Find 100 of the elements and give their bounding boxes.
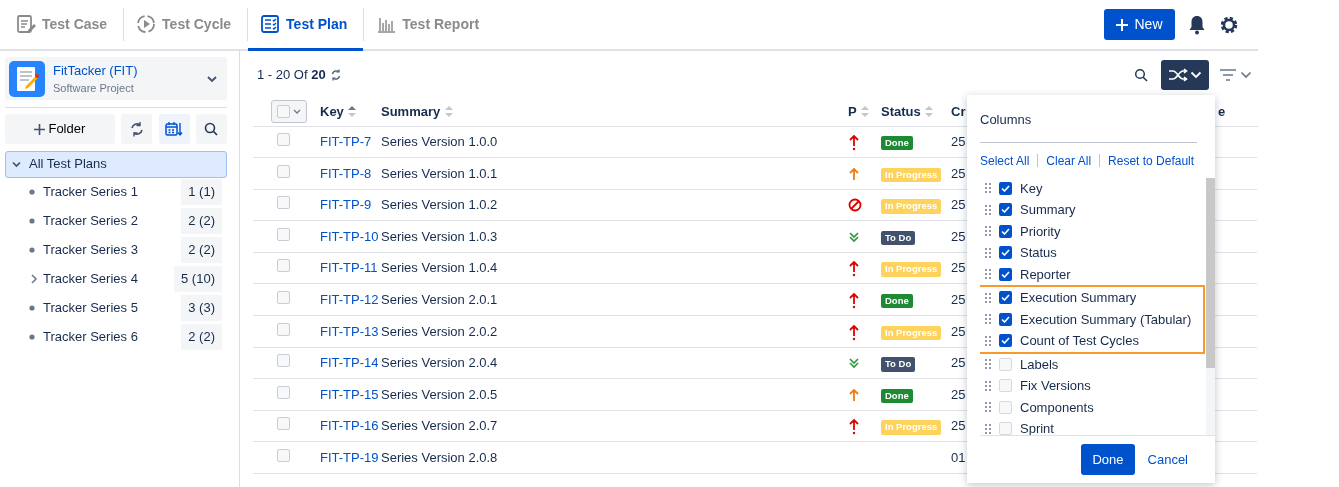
tree-item[interactable]: Tracker Series 3: [43, 240, 138, 260]
key-link[interactable]: FIT-TP-12: [320, 292, 379, 307]
tree-root-item[interactable]: All Test Plans: [5, 150, 227, 178]
column-header[interactable]: e: [1218, 102, 1226, 122]
column-option: Key: [1020, 178, 1043, 198]
sort-icon: [443, 105, 454, 119]
key-link[interactable]: FIT-TP-19: [320, 450, 379, 465]
status-lozenge: In Progress: [881, 420, 942, 435]
filter-icon: [1218, 67, 1237, 82]
column-header[interactable]: Key: [320, 102, 358, 122]
checkbox[interactable]: [999, 267, 1012, 281]
row-checkbox[interactable]: [277, 354, 290, 368]
status-lozenge: Done: [881, 388, 913, 404]
filter-button[interactable]: [1218, 67, 1252, 82]
status-lozenge: In Progress: [881, 199, 942, 214]
item-count: 1 (1): [181, 179, 222, 205]
key-link[interactable]: FIT-TP-15: [320, 386, 379, 402]
action-link[interactable]: Reset to Default: [1108, 151, 1195, 170]
row-checkbox[interactable]: [277, 417, 290, 431]
tree-item[interactable]: Tracker Series 2: [43, 211, 138, 231]
checkbox[interactable]: [999, 400, 1012, 414]
drag-handle-icon[interactable]: [985, 183, 991, 194]
checkbox[interactable]: [999, 312, 1012, 326]
check-icon: [1001, 227, 1010, 235]
key-link[interactable]: FIT-TP-16: [320, 418, 379, 434]
row-checkbox[interactable]: [277, 227, 290, 241]
drag-handle-icon[interactable]: [985, 423, 991, 434]
checkbox[interactable]: [999, 334, 1012, 348]
calendar-sort-icon[interactable]: [165, 121, 183, 137]
action-link[interactable]: Select All: [980, 151, 1030, 170]
row-checkbox[interactable]: [277, 291, 290, 304]
checkbox[interactable]: [999, 181, 1012, 195]
drag-handle-icon[interactable]: [985, 247, 991, 258]
column-option: Fix Versions: [1020, 376, 1091, 396]
settings-icon[interactable]: [1218, 14, 1239, 35]
key-link[interactable]: FIT-TP-8: [320, 165, 372, 181]
tree-item[interactable]: Tracker Series 6: [43, 327, 138, 347]
drag-handle-icon[interactable]: [985, 402, 991, 413]
sort-icon: [347, 105, 358, 119]
drag-handle-icon[interactable]: [985, 292, 991, 303]
checkbox[interactable]: [999, 357, 1012, 371]
table-cell: 01: [951, 450, 966, 465]
column-header[interactable]: Summary: [381, 102, 454, 122]
check-icon: [1001, 337, 1010, 345]
column-header[interactable]: Status: [881, 102, 934, 122]
nav-tab[interactable]: Test Plan: [248, 0, 364, 51]
chevron-down-icon: [207, 75, 217, 82]
row-checkbox[interactable]: [277, 385, 290, 399]
check-icon: [1001, 206, 1010, 214]
drag-handle-icon[interactable]: [985, 226, 991, 237]
drag-handle-icon[interactable]: [985, 380, 991, 391]
cancel-link[interactable]: Cancel: [1147, 449, 1188, 470]
key-link[interactable]: FIT-TP-9: [320, 197, 372, 213]
summary-text: Series Version 2.0.2: [381, 323, 498, 339]
checkbox[interactable]: [999, 422, 1012, 435]
summary-text: Series Version 2.0.1: [381, 292, 498, 307]
shuffle-button[interactable]: [1161, 59, 1209, 90]
refresh-icon[interactable]: [329, 68, 342, 81]
drag-handle-icon[interactable]: [985, 269, 991, 280]
drag-handle-icon[interactable]: [985, 335, 991, 346]
row-checkbox[interactable]: [277, 322, 290, 336]
checkbox[interactable]: [999, 203, 1012, 217]
checkbox[interactable]: [999, 246, 1012, 260]
select-all-checkbox[interactable]: [271, 100, 308, 123]
tree-item[interactable]: Tracker Series 1: [43, 182, 138, 202]
scrollbar[interactable]: [1206, 177, 1215, 435]
checkbox[interactable]: [999, 291, 1012, 305]
key-link[interactable]: FIT-TP-7: [320, 134, 372, 150]
play-cycle-icon: [136, 14, 157, 34]
column-header[interactable]: P: [848, 102, 870, 122]
chevron-right-icon[interactable]: [29, 274, 39, 284]
key-link[interactable]: FIT-TP-13: [320, 323, 379, 339]
row-checkbox[interactable]: [277, 449, 290, 462]
row-checkbox[interactable]: [277, 133, 290, 147]
row-checkbox[interactable]: [277, 164, 290, 178]
row-checkbox[interactable]: [277, 259, 290, 273]
new-button[interactable]: New: [1104, 9, 1175, 40]
new-folder-button[interactable]: Folder: [5, 114, 115, 144]
done-button[interactable]: Done: [1081, 444, 1135, 475]
search-icon[interactable]: [1134, 67, 1148, 82]
checkbox[interactable]: [999, 379, 1012, 393]
key-link[interactable]: FIT-TP-14: [320, 355, 379, 371]
action-link[interactable]: Clear All: [1046, 151, 1092, 170]
table-cell: 25: [951, 134, 966, 150]
chevron-down-icon: [12, 159, 21, 169]
tree-item[interactable]: Tracker Series 5: [43, 298, 138, 318]
key-link[interactable]: FIT-TP-11: [320, 260, 378, 276]
column-header[interactable]: Cr: [951, 102, 966, 122]
column-option: Status: [1020, 243, 1057, 263]
row-checkbox[interactable]: [277, 196, 290, 210]
bell-icon[interactable]: [1187, 14, 1206, 35]
drag-handle-icon[interactable]: [985, 204, 991, 215]
key-link[interactable]: FIT-TP-10: [320, 228, 379, 244]
checkbox[interactable]: [999, 224, 1012, 238]
tree-item[interactable]: Tracker Series 4: [43, 269, 138, 289]
drag-handle-icon[interactable]: [985, 359, 991, 370]
drag-handle-icon[interactable]: [985, 314, 991, 325]
project-selector[interactable]: FitTacker (FIT) Software Project: [5, 57, 227, 100]
item-count: 2 (2): [181, 324, 222, 350]
column-option: Reporter: [1020, 264, 1071, 284]
